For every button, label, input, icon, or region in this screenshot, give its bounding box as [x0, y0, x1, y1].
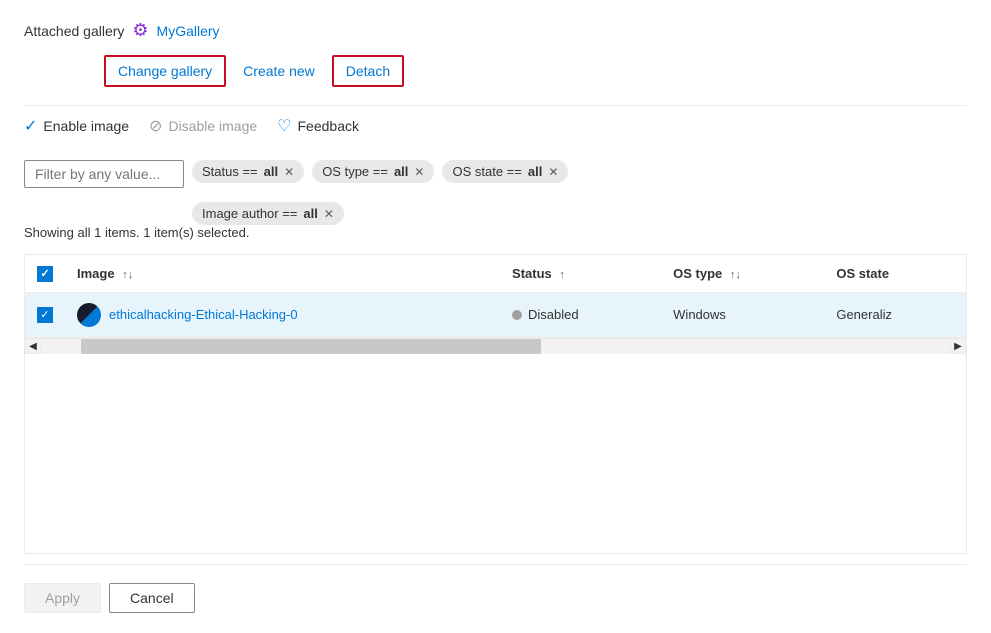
column-ostype-label: OS type	[673, 266, 722, 281]
filter-input[interactable]	[24, 160, 184, 188]
osstate-filter-chip[interactable]: OS state == all ✕	[442, 160, 568, 183]
ostype-filter-chip[interactable]: OS type == all ✕	[312, 160, 434, 183]
filter-bar: Status == all ✕ OS type == all ✕ OS stat…	[24, 160, 967, 188]
toolbar: ✓ Enable image ⊘ Disable image ♡ Feedbac…	[24, 105, 967, 146]
feedback-label: Feedback	[298, 118, 359, 134]
change-gallery-button[interactable]: Change gallery	[104, 55, 226, 87]
images-table: ✓ Image ↑↓ Status ↑ OS type ↑↓	[25, 255, 966, 338]
filter-chips-row1: Status == all ✕ OS type == all ✕ OS stat…	[192, 160, 568, 183]
feedback-toolbar-item[interactable]: ♡ Feedback	[277, 116, 359, 136]
scroll-left-arrow[interactable]: ◀	[25, 338, 41, 354]
horizontal-scrollbar[interactable]: ◀ ▶	[25, 338, 966, 354]
table-row: ✓ ethicalhacking-Ethical-Hacking-0 Disab…	[25, 292, 966, 337]
cancel-button[interactable]: Cancel	[109, 583, 195, 613]
ostype-chip-close[interactable]: ✕	[414, 166, 424, 178]
scroll-thumb[interactable]	[81, 338, 541, 354]
imageauthor-filter-chip[interactable]: Image author == all ✕	[192, 202, 344, 225]
image-sort-icon: ↑↓	[122, 269, 133, 281]
status-sort-icon: ↑	[559, 269, 565, 281]
ostype-sort-icon: ↑↓	[730, 269, 741, 281]
apply-button: Apply	[24, 583, 101, 613]
image-link[interactable]: ethicalhacking-Ethical-Hacking-0	[109, 307, 298, 322]
create-new-button[interactable]: Create new	[230, 56, 328, 86]
status-dot	[512, 310, 522, 320]
column-header-ostype[interactable]: OS type ↑↓	[661, 255, 824, 292]
gallery-header: Attached gallery ⚙ MyGallery	[24, 20, 967, 41]
select-all-checkbox[interactable]: ✓	[37, 266, 53, 282]
detach-button[interactable]: Detach	[332, 55, 404, 87]
column-status-label: Status	[512, 266, 552, 281]
status-line: Showing all 1 items. 1 item(s) selected.	[24, 225, 967, 240]
enable-image-toolbar-item[interactable]: ✓ Enable image	[24, 116, 129, 136]
ostype-chip-value: all	[394, 164, 408, 179]
imageauthor-chip-close[interactable]: ✕	[324, 208, 334, 220]
scroll-right-arrow[interactable]: ▶	[950, 338, 966, 354]
disable-image-label: Disable image	[168, 118, 257, 134]
column-header-checkbox: ✓	[25, 255, 65, 292]
osstate-chip-close[interactable]: ✕	[548, 166, 558, 178]
status-cell: Disabled	[500, 292, 661, 337]
column-osstate-label: OS state	[836, 266, 889, 281]
gallery-name[interactable]: MyGallery	[157, 23, 220, 39]
image-thumbnail	[77, 303, 101, 327]
status-value: Disabled	[528, 307, 579, 322]
column-header-status[interactable]: Status ↑	[500, 255, 661, 292]
row-checkbox-cell[interactable]: ✓	[25, 292, 65, 337]
disable-image-toolbar-item: ⊘ Disable image	[149, 116, 257, 136]
row-checkbox[interactable]: ✓	[37, 307, 53, 323]
osstate-cell: Generaliz	[824, 292, 966, 337]
bottom-action-bar: Apply Cancel	[24, 564, 967, 633]
osstate-chip-label: OS state ==	[452, 164, 521, 179]
osstate-chip-value: all	[528, 164, 542, 179]
status-chip-close[interactable]: ✕	[284, 166, 294, 178]
column-header-image[interactable]: Image ↑↓	[65, 255, 500, 292]
scroll-track[interactable]	[41, 338, 950, 354]
ostype-chip-label: OS type ==	[322, 164, 388, 179]
gallery-label: Attached gallery	[24, 23, 124, 39]
imageauthor-chip-value: all	[303, 206, 317, 221]
disable-icon: ⊘	[149, 116, 162, 136]
heart-icon: ♡	[277, 116, 291, 136]
column-image-label: Image	[77, 266, 115, 281]
gallery-icon: ⚙	[132, 20, 148, 41]
table-container: ✓ Image ↑↓ Status ↑ OS type ↑↓	[24, 254, 967, 554]
action-buttons: Change gallery Create new Detach	[24, 55, 967, 87]
status-chip-label: Status ==	[202, 164, 258, 179]
checkmark-icon: ✓	[24, 116, 37, 136]
status-chip-value: all	[264, 164, 278, 179]
enable-image-label: Enable image	[43, 118, 129, 134]
column-header-osstate[interactable]: OS state	[824, 255, 966, 292]
filter-chips-row2: Image author == all ✕	[24, 202, 967, 225]
imageauthor-chip-label: Image author ==	[202, 206, 297, 221]
image-name-cell: ethicalhacking-Ethical-Hacking-0	[65, 292, 500, 337]
status-filter-chip[interactable]: Status == all ✕	[192, 160, 304, 183]
ostype-cell: Windows	[661, 292, 824, 337]
